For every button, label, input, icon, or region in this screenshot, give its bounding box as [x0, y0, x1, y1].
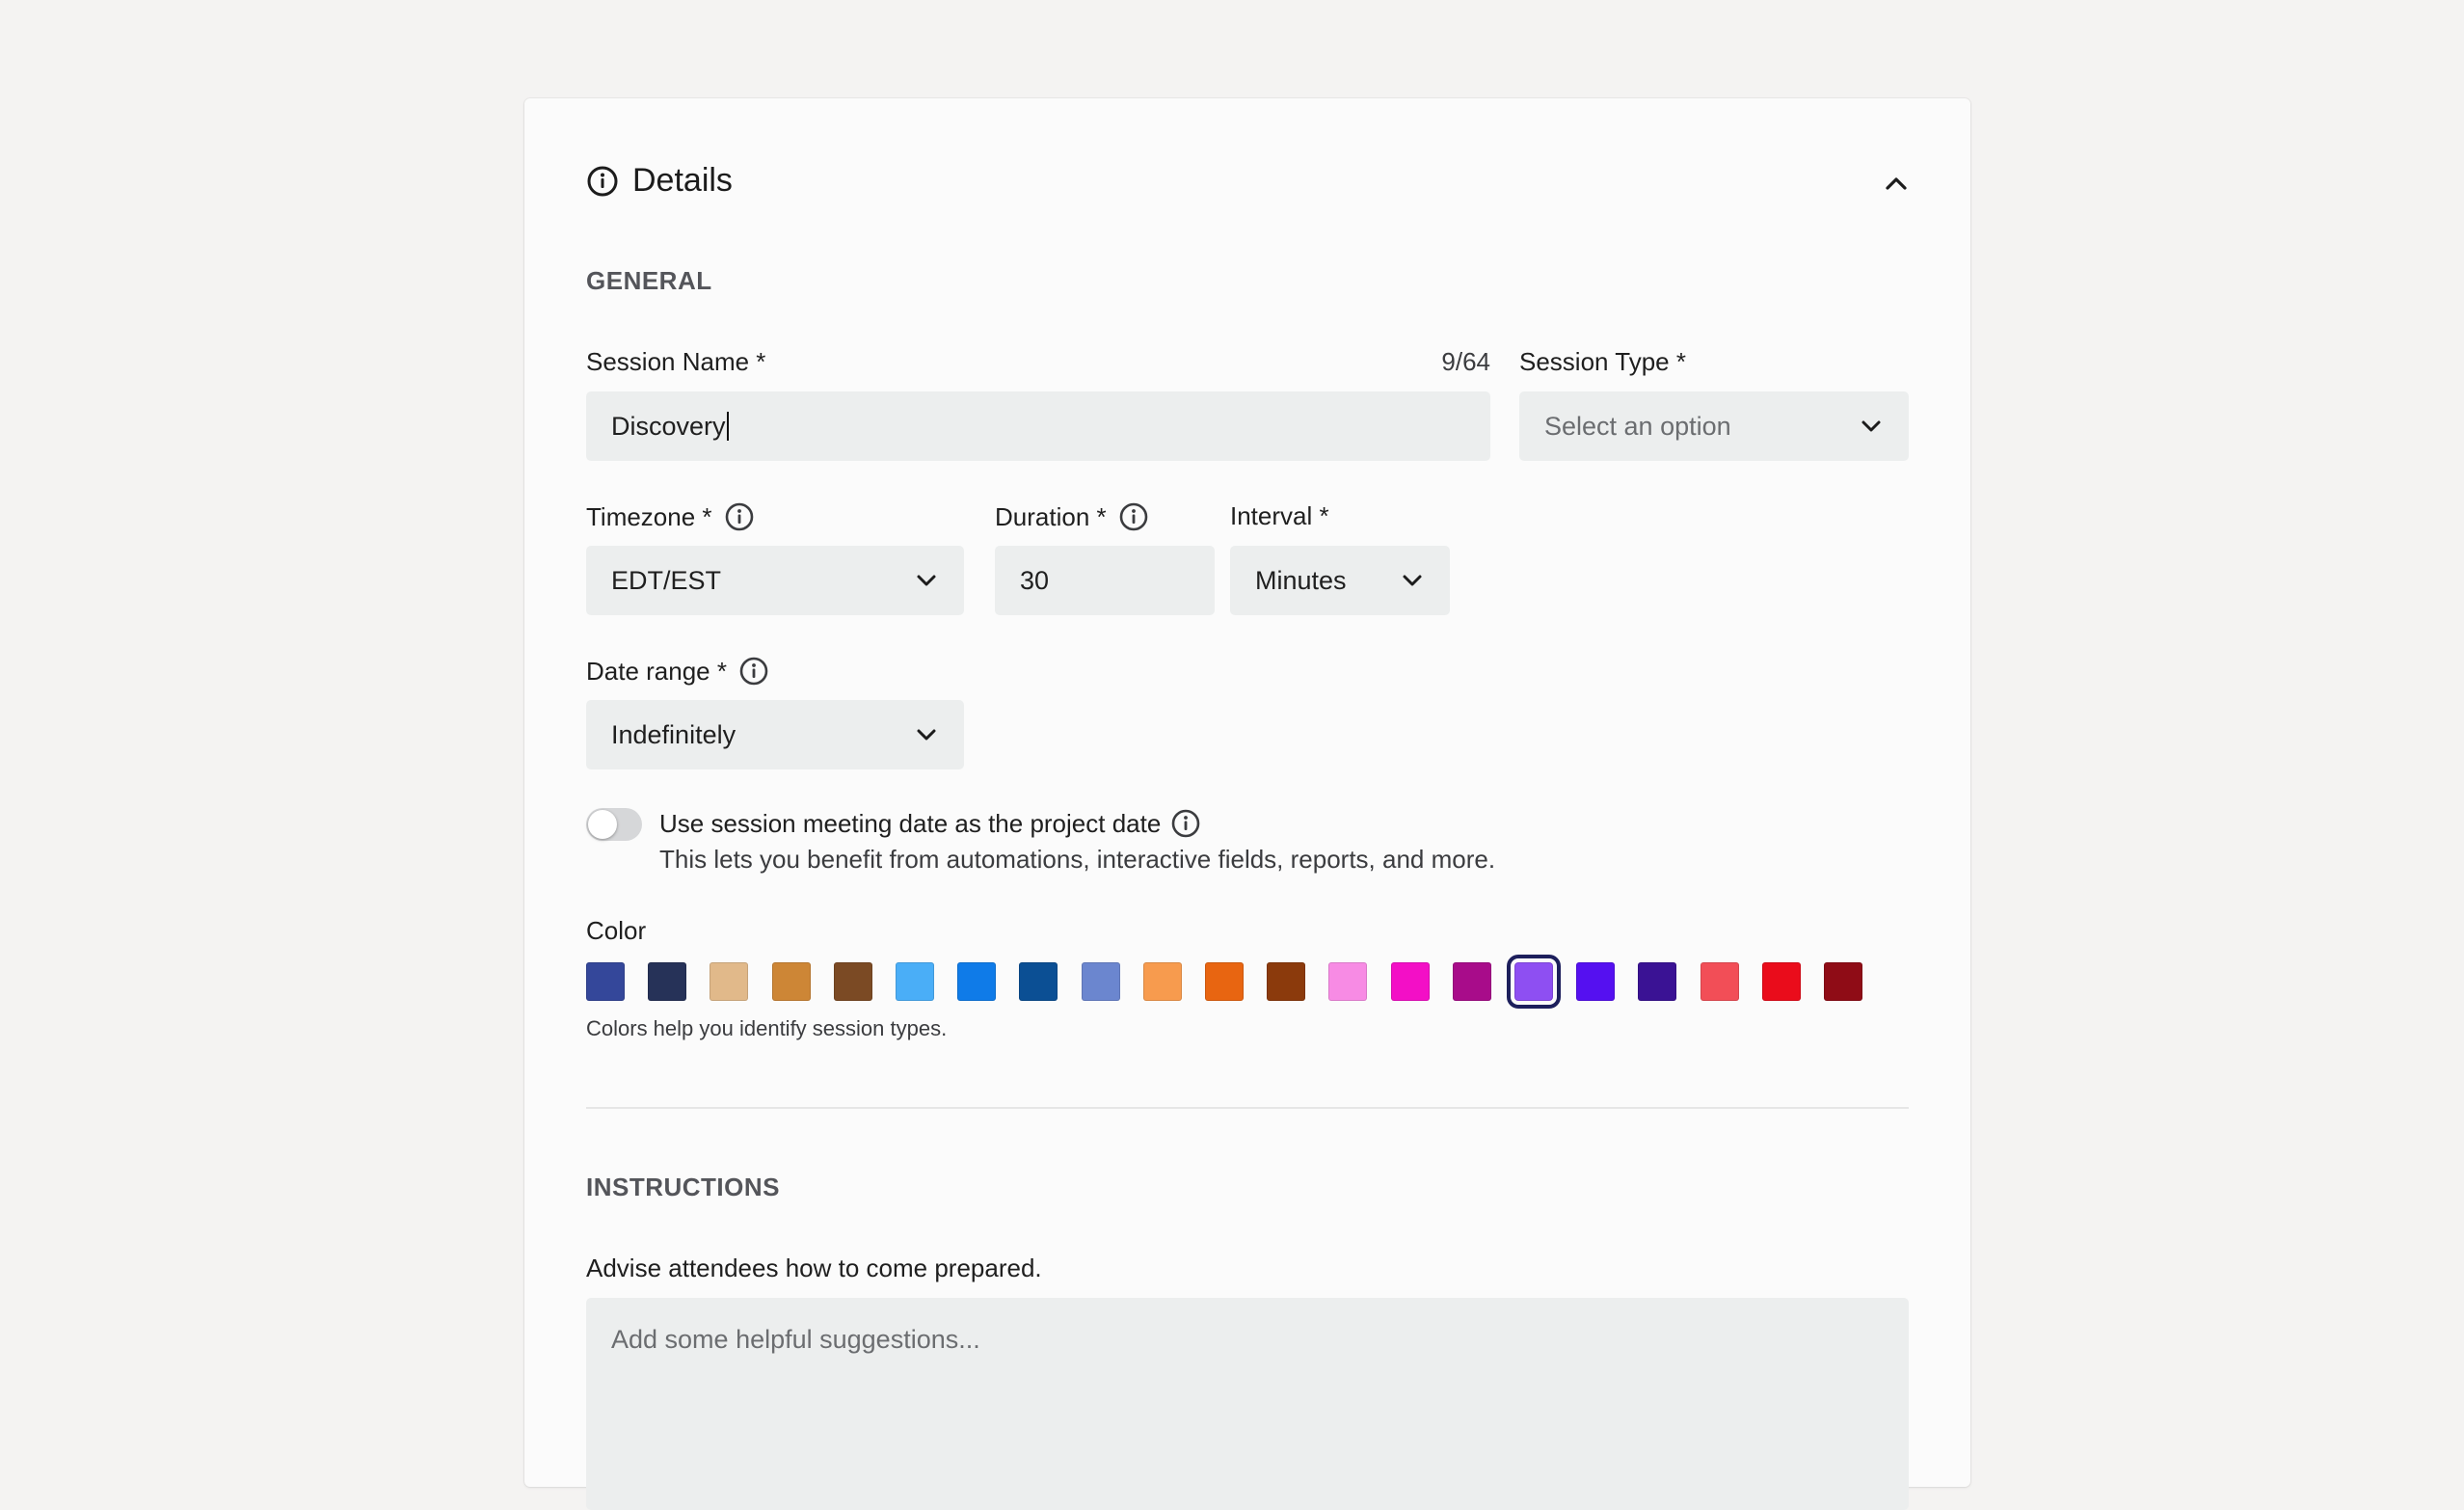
text-cursor — [726, 412, 729, 441]
general-heading: GENERAL — [586, 266, 712, 295]
color-swatch[interactable] — [648, 962, 686, 1001]
timezone-select[interactable]: EDT/EST — [586, 546, 964, 615]
session-type-placeholder: Select an option — [1544, 411, 1731, 441]
color-helper: Colors help you identify session types. — [586, 1016, 948, 1040]
interval-select[interactable]: Minutes — [1230, 546, 1450, 615]
session-type-label: Session Type * — [1519, 347, 1686, 376]
session-name-value: Discovery — [611, 411, 726, 441]
chevron-up-icon[interactable] — [1882, 170, 1911, 199]
timezone-info-icon[interactable] — [724, 501, 755, 532]
instructions-textarea[interactable]: Add some helpful suggestions... — [586, 1298, 1909, 1510]
project-date-description: This lets you benefit from automations, … — [659, 845, 1496, 874]
instructions-label: Advise attendees how to come prepared. — [586, 1254, 1042, 1282]
duration-value: 30 — [1020, 565, 1050, 595]
instructions-placeholder: Add some helpful suggestions... — [611, 1325, 980, 1354]
chevron-down-icon — [1403, 575, 1422, 586]
date-range-info-icon[interactable] — [738, 656, 769, 687]
date-range-label-row: Date range * — [586, 656, 769, 687]
interval-value: Minutes — [1255, 565, 1347, 595]
color-swatch[interactable] — [834, 962, 872, 1001]
color-swatch[interactable] — [1328, 962, 1367, 1001]
color-swatch[interactable] — [1082, 962, 1120, 1001]
toggle-knob — [588, 810, 617, 839]
color-swatch[interactable] — [586, 962, 625, 1001]
details-card: Details GENERAL Session Name * 9/64 Disc… — [524, 98, 1970, 1510]
color-swatch[interactable] — [1391, 962, 1430, 1001]
color-label: Color — [586, 916, 647, 945]
project-date-toggle[interactable] — [586, 808, 642, 841]
color-swatch[interactable] — [1453, 962, 1491, 1001]
details-title: Details — [632, 162, 733, 199]
chevron-down-icon — [917, 729, 936, 741]
session-name-counter: 9/64 — [1441, 347, 1490, 376]
chevron-down-icon — [1861, 420, 1881, 432]
timezone-label-row: Timezone * — [586, 501, 755, 532]
session-type-select[interactable]: Select an option — [1519, 391, 1909, 461]
color-swatch[interactable] — [1762, 962, 1801, 1001]
color-swatch[interactable] — [1824, 962, 1862, 1001]
chevron-down-icon — [917, 575, 936, 586]
timezone-value: EDT/EST — [611, 565, 722, 595]
color-swatch[interactable] — [710, 962, 748, 1001]
interval-label: Interval * — [1230, 501, 1329, 530]
duration-input[interactable]: 30 — [995, 546, 1215, 615]
duration-label: Duration * — [995, 501, 1107, 531]
color-swatch[interactable] — [1701, 962, 1739, 1001]
color-swatch[interactable] — [896, 962, 934, 1001]
color-swatch[interactable] — [1205, 962, 1244, 1001]
info-circle-icon — [587, 166, 618, 196]
duration-info-icon[interactable] — [1118, 501, 1149, 532]
duration-label-row: Duration * — [995, 501, 1149, 532]
color-swatch[interactable] — [1507, 955, 1561, 1009]
color-swatch[interactable] — [1019, 962, 1058, 1001]
section-divider — [586, 1107, 1909, 1109]
color-swatch[interactable] — [1638, 962, 1676, 1001]
date-range-label: Date range * — [586, 656, 727, 686]
color-swatch[interactable] — [1267, 962, 1305, 1001]
timezone-label: Timezone * — [586, 501, 712, 531]
project-date-info-icon[interactable] — [1170, 808, 1201, 839]
date-range-select[interactable]: Indefinitely — [586, 700, 964, 769]
instructions-heading: INSTRUCTIONS — [586, 1173, 780, 1201]
date-range-value: Indefinitely — [611, 719, 737, 749]
project-date-label: Use session meeting date as the project … — [659, 808, 1162, 838]
color-swatch[interactable] — [1143, 962, 1182, 1001]
color-swatch[interactable] — [957, 962, 996, 1001]
session-name-input[interactable]: Discovery — [586, 391, 1490, 461]
details-header[interactable]: Details — [586, 162, 733, 200]
session-name-label: Session Name * — [586, 347, 766, 376]
project-date-label-row: Use session meeting date as the project … — [659, 808, 1201, 839]
color-swatch[interactable] — [1576, 962, 1615, 1001]
color-swatch[interactable] — [772, 962, 811, 1001]
